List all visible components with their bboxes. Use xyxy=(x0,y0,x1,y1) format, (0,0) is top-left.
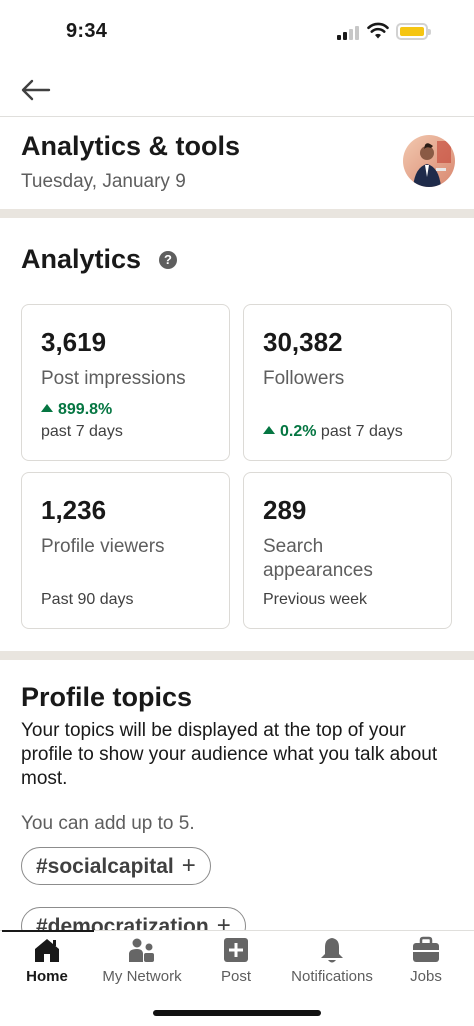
search-appearances-value: 289 xyxy=(263,495,307,525)
nav-post[interactable]: Post xyxy=(196,931,276,995)
profile-viewers-period: Past 90 days xyxy=(41,591,134,608)
profile-viewers-card[interactable]: 1,236 Profile viewers Past 90 days xyxy=(21,472,230,629)
nav-my-network[interactable]: My Network xyxy=(94,931,190,995)
profile-viewers-label: Profile viewers xyxy=(41,536,165,557)
briefcase-icon xyxy=(413,936,439,962)
topic-chip-socialcapital[interactable]: #socialcapital + xyxy=(21,847,211,885)
battery-icon xyxy=(396,23,431,40)
post-impressions-label: Post impressions xyxy=(41,368,186,389)
search-appearances-label: Search appearances xyxy=(263,536,373,581)
cellular-signal-icon xyxy=(337,24,361,40)
nav-notifications-label: Notifications xyxy=(291,968,373,985)
search-appearances-period: Previous week xyxy=(263,591,368,608)
status-time: 9:34 xyxy=(66,20,108,42)
nav-home-label: Home xyxy=(26,968,68,985)
nav-jobs[interactable]: Jobs xyxy=(388,931,464,995)
post-impressions-trend: 899.8% past 7 days xyxy=(41,399,123,443)
followers-card[interactable]: 30,382 Followers 0.2% past 7 days xyxy=(243,304,452,461)
add-icon: + xyxy=(181,852,196,879)
avatar[interactable] xyxy=(403,135,455,187)
home-indicator xyxy=(153,1010,321,1016)
topic-chip-label: #socialcapital xyxy=(36,855,174,878)
analytics-title: Analytics xyxy=(21,244,142,274)
page-header: Analytics & tools Tuesday, January 9 xyxy=(0,117,474,209)
followers-trend: 0.2% past 7 days xyxy=(263,421,403,443)
post-icon xyxy=(224,938,248,962)
bottom-nav: Home My Network Post Notifications Jobs xyxy=(0,930,474,1026)
post-impressions-card[interactable]: 3,619 Post impressions 899.8% past 7 day… xyxy=(21,304,230,461)
page-title: Analytics & tools xyxy=(21,131,241,161)
home-icon xyxy=(35,939,59,962)
nav-post-label: Post xyxy=(220,968,251,985)
top-nav xyxy=(0,64,474,117)
followers-change: 0.2% xyxy=(263,423,316,440)
followers-period: past 7 days xyxy=(320,423,403,440)
followers-label: Followers xyxy=(263,368,345,389)
back-arrow-icon[interactable] xyxy=(18,72,54,108)
analytics-section: Analytics ? 3,619 Post impressions 899.8… xyxy=(0,218,474,650)
profile-viewers-value: 1,236 xyxy=(41,495,107,525)
bell-icon xyxy=(321,938,343,963)
profile-topics-section: Profile topics Your topics will be displ… xyxy=(0,660,474,930)
nav-jobs-label: Jobs xyxy=(410,968,442,985)
wifi-icon xyxy=(367,22,389,39)
post-impressions-value: 3,619 xyxy=(41,327,107,357)
topic-chip-democratization[interactable]: #democratization + xyxy=(21,907,246,930)
post-impressions-change: 899.8% xyxy=(41,399,123,421)
post-impressions-period: past 7 days xyxy=(41,423,123,440)
nav-notifications[interactable]: Notifications xyxy=(282,931,382,995)
network-icon xyxy=(129,938,154,962)
status-bar: 9:34 xyxy=(0,0,474,64)
page-date: Tuesday, January 9 xyxy=(21,171,186,192)
nav-my-network-label: My Network xyxy=(102,968,182,985)
nav-home[interactable]: Home xyxy=(2,931,92,995)
trend-up-icon xyxy=(41,404,53,412)
profile-topics-limit: You can add up to 5. xyxy=(21,813,195,834)
add-icon: + xyxy=(216,912,231,930)
trend-up-icon xyxy=(263,426,275,434)
followers-value: 30,382 xyxy=(263,327,343,357)
section-divider xyxy=(0,209,474,218)
profile-topics-description: Your topics will be displayed at the top… xyxy=(21,720,438,789)
section-divider xyxy=(0,651,474,660)
search-appearances-card[interactable]: 289 Search appearances Previous week xyxy=(243,472,452,629)
topic-chip-label: #democratization xyxy=(36,915,209,930)
help-icon[interactable]: ? xyxy=(159,251,177,269)
profile-photo xyxy=(403,135,455,187)
profile-topics-title: Profile topics xyxy=(21,682,193,712)
